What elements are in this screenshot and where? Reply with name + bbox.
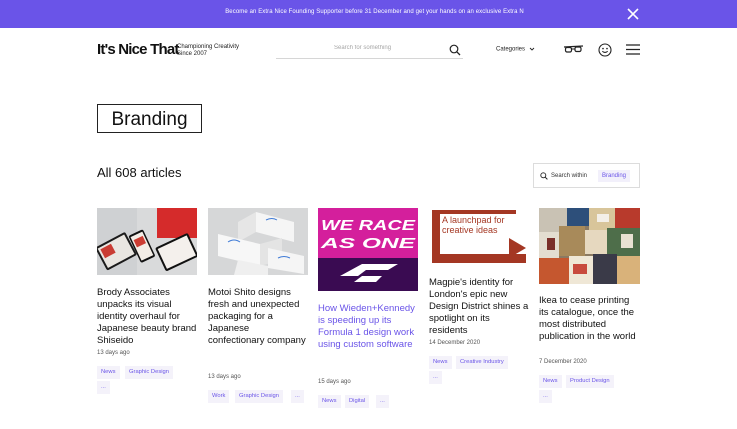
article-card[interactable]: Ikea to cease printing its catalogue, on… bbox=[539, 208, 640, 408]
article-image[interactable]: A launchpad for creative ideas bbox=[429, 208, 529, 267]
article-date: 14 December 2020 bbox=[429, 340, 481, 346]
tag[interactable]: Graphic Design bbox=[235, 390, 283, 403]
article-title[interactable]: Magpie's identity for London's epic new … bbox=[429, 277, 529, 337]
article-image[interactable] bbox=[208, 208, 308, 275]
article-date: 7 December 2020 bbox=[539, 359, 587, 365]
categories-label: Categories bbox=[496, 46, 526, 53]
search-icon[interactable] bbox=[449, 44, 461, 56]
search-within-tag[interactable]: Branding bbox=[598, 170, 631, 182]
article-card[interactable]: Motoi Shito designs fresh and unexpected… bbox=[208, 208, 308, 408]
tag[interactable]: Graphic Design bbox=[125, 366, 173, 379]
image-text-line-2: creative ideas bbox=[442, 225, 498, 235]
search-icon bbox=[540, 172, 548, 180]
tag-more[interactable]: ... bbox=[539, 390, 552, 403]
tagline-line-1: Championing Creativity bbox=[177, 44, 240, 50]
tag[interactable]: Digital bbox=[345, 395, 370, 408]
tag[interactable]: News bbox=[318, 395, 341, 408]
tag[interactable]: News bbox=[97, 366, 120, 379]
article-title[interactable]: Motoi Shito designs fresh and unexpected… bbox=[208, 287, 308, 347]
article-card[interactable]: A launchpad for creative ideas Magpie's … bbox=[429, 208, 529, 398]
tag-more[interactable]: ... bbox=[376, 395, 389, 408]
tag-more[interactable]: ... bbox=[97, 381, 110, 394]
article-title[interactable]: How Wieden+Kennedy is speeding up its Fo… bbox=[318, 303, 418, 351]
image-text-line-2: AS ONE bbox=[319, 235, 416, 252]
article-card[interactable]: WE RACE AS ONE How Wieden+Kennedy is spe… bbox=[318, 208, 418, 408]
site-tagline: Championing Creativity Since 2007 bbox=[177, 44, 239, 58]
image-text-line-1: WE RACE bbox=[321, 217, 416, 234]
glasses-icon[interactable] bbox=[563, 43, 584, 56]
article-date: 15 days ago bbox=[318, 379, 351, 385]
site-logo[interactable]: It's Nice That bbox=[97, 41, 179, 58]
tag[interactable]: Product Design bbox=[566, 375, 614, 388]
tag[interactable]: Work bbox=[208, 390, 230, 403]
page-title: Branding bbox=[111, 109, 188, 130]
tag[interactable]: News bbox=[539, 375, 562, 388]
smiley-icon[interactable] bbox=[598, 43, 612, 57]
article-image[interactable] bbox=[97, 208, 197, 275]
article-image[interactable]: WE RACE AS ONE bbox=[318, 208, 418, 291]
promo-banner: Become an Extra Nice Founding Supporter … bbox=[0, 0, 737, 28]
article-date: 13 days ago bbox=[97, 350, 130, 356]
article-title[interactable]: Brody Associates unpacks its visual iden… bbox=[97, 287, 197, 347]
tag-more[interactable]: ... bbox=[429, 371, 442, 384]
image-text-line-1: A launchpad for bbox=[442, 215, 505, 225]
article-card[interactable]: Brody Associates unpacks its visual iden… bbox=[97, 208, 197, 398]
close-icon[interactable] bbox=[626, 7, 640, 21]
header-search bbox=[276, 41, 463, 59]
tagline-line-2: Since 2007 bbox=[177, 51, 208, 57]
search-within-label: Search within bbox=[551, 173, 588, 179]
article-count: All 608 articles bbox=[97, 165, 182, 180]
search-within[interactable]: Search within Branding bbox=[533, 163, 640, 188]
page-title-box: Branding bbox=[97, 104, 202, 133]
menu-icon[interactable] bbox=[626, 44, 640, 55]
article-image[interactable] bbox=[539, 208, 640, 284]
tag-more[interactable]: ... bbox=[291, 390, 304, 403]
article-title[interactable]: Ikea to cease printing its catalogue, on… bbox=[539, 295, 640, 343]
categories-dropdown[interactable]: Categories bbox=[496, 46, 535, 53]
article-date: 13 days ago bbox=[208, 374, 241, 380]
chevron-down-icon bbox=[529, 47, 535, 51]
search-input[interactable] bbox=[334, 45, 444, 51]
tag[interactable]: News bbox=[429, 356, 452, 369]
tag[interactable]: Creative Industry bbox=[456, 356, 508, 369]
